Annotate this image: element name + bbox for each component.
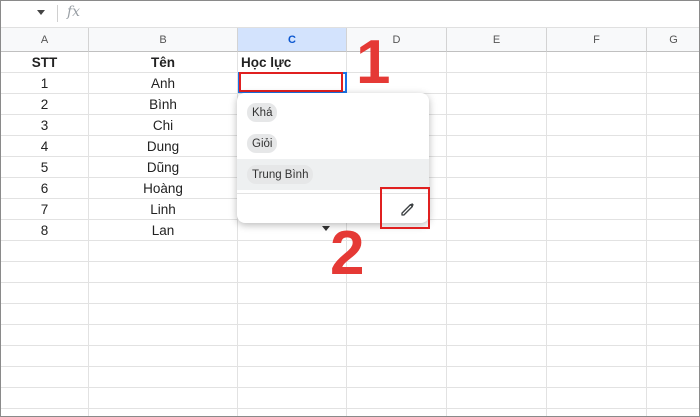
empty-cell[interactable] xyxy=(647,220,699,240)
column-header-b[interactable]: B xyxy=(89,28,238,52)
name-box-dropdown-icon[interactable] xyxy=(37,10,45,15)
ten-cell[interactable]: Hoàng xyxy=(89,178,238,198)
dropdown-option[interactable]: Trung Bình xyxy=(237,159,429,190)
header-ten[interactable]: Tên xyxy=(89,52,238,72)
empty-cell[interactable] xyxy=(447,136,547,156)
empty-cell[interactable] xyxy=(447,115,547,135)
empty-cell[interactable] xyxy=(647,52,699,72)
empty-cell[interactable] xyxy=(547,199,647,219)
stt-cell[interactable]: 3 xyxy=(1,115,89,135)
stt-cell[interactable]: 4 xyxy=(1,136,89,156)
empty-cell[interactable] xyxy=(447,199,547,219)
ten-cell[interactable]: Bình xyxy=(89,94,238,114)
empty-cell[interactable] xyxy=(547,52,647,72)
empty-cell[interactable] xyxy=(447,52,547,72)
stt-cell[interactable]: 7 xyxy=(1,199,89,219)
dropdown-arrow-icon[interactable] xyxy=(322,226,330,231)
ten-cell[interactable]: Dung xyxy=(89,136,238,156)
empty-cell[interactable] xyxy=(447,178,547,198)
option-chip: Trung Bình xyxy=(247,165,314,184)
dropdown-option[interactable]: Giỏi xyxy=(237,128,429,159)
highlight-box-step-1 xyxy=(239,72,343,92)
stt-cell[interactable]: 2 xyxy=(1,94,89,114)
stt-cell[interactable]: 6 xyxy=(1,178,89,198)
empty-cell[interactable] xyxy=(447,220,547,240)
stt-cell[interactable]: 1 xyxy=(1,73,89,93)
empty-cell[interactable] xyxy=(647,94,699,114)
stt-cell[interactable]: 5 xyxy=(1,157,89,177)
empty-cell[interactable] xyxy=(547,178,647,198)
empty-cell[interactable] xyxy=(547,157,647,177)
empty-cell[interactable] xyxy=(447,94,547,114)
empty-cell[interactable] xyxy=(447,157,547,177)
empty-cell[interactable] xyxy=(647,199,699,219)
empty-cell[interactable] xyxy=(647,178,699,198)
column-header-g[interactable]: G xyxy=(647,28,699,52)
option-chip: Giỏi xyxy=(247,134,278,153)
empty-cell[interactable] xyxy=(547,94,647,114)
empty-cell[interactable] xyxy=(647,157,699,177)
spreadsheet-window: fx A B C D E F G STT Tên Học lực 1 Anh 2… xyxy=(0,0,700,417)
ten-cell[interactable]: Anh xyxy=(89,73,238,93)
dropdown-option[interactable]: Khá xyxy=(237,97,429,128)
empty-cell[interactable] xyxy=(647,115,699,135)
step-number-1: 1 xyxy=(356,28,391,97)
column-header-e[interactable]: E xyxy=(447,28,547,52)
formula-bar: fx xyxy=(1,1,699,28)
header-hoc-luc[interactable]: Học lực xyxy=(238,52,347,72)
table-header-row: STT Tên Học lực xyxy=(1,52,699,73)
column-header-f[interactable]: F xyxy=(547,28,647,52)
empty-cell[interactable] xyxy=(647,136,699,156)
empty-cell[interactable] xyxy=(647,73,699,93)
stt-cell[interactable]: 8 xyxy=(1,220,89,240)
step-number-2: 2 xyxy=(330,219,365,288)
column-header-c[interactable]: C xyxy=(238,28,347,52)
fx-icon: fx xyxy=(67,4,81,20)
ten-cell[interactable]: Chi xyxy=(89,115,238,135)
column-header-a[interactable]: A xyxy=(1,28,89,52)
option-chip: Khá xyxy=(247,103,278,122)
empty-cell[interactable] xyxy=(547,73,647,93)
formula-bar-divider xyxy=(57,5,58,22)
empty-cell[interactable] xyxy=(547,220,647,240)
ten-cell[interactable]: Dũng xyxy=(89,157,238,177)
empty-cell[interactable] xyxy=(447,73,547,93)
ten-cell[interactable]: Linh xyxy=(89,199,238,219)
empty-cell[interactable] xyxy=(547,115,647,135)
ten-cell[interactable]: Lan xyxy=(89,220,238,240)
header-stt[interactable]: STT xyxy=(1,52,89,72)
empty-cell[interactable] xyxy=(547,136,647,156)
highlight-box-step-2 xyxy=(380,187,430,229)
table-row: 1 Anh xyxy=(1,73,699,94)
